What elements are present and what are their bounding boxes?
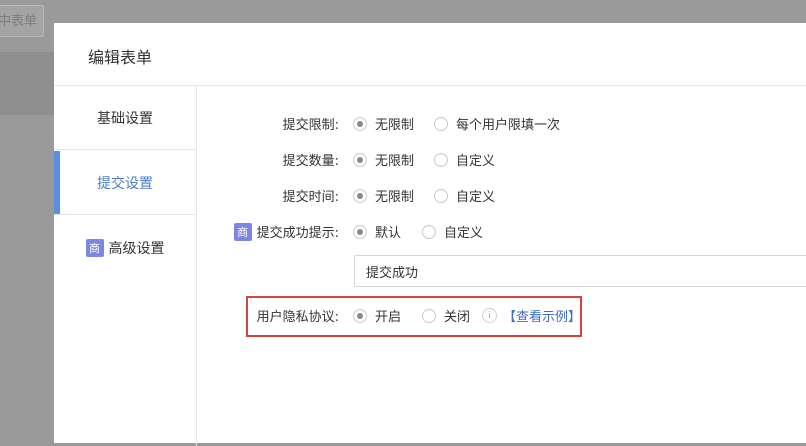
option-label: 自定义	[456, 154, 496, 169]
submit-limit-option-once[interactable]: 每个用户限填一次	[434, 114, 560, 133]
submit-time-label: 提交时间:	[282, 190, 339, 205]
radio-unselected[interactable]	[434, 152, 448, 167]
radio-unselected[interactable]	[434, 188, 448, 203]
submit-count-label: 提交数量:	[282, 154, 339, 169]
option-label: 无限制	[375, 118, 415, 133]
settings-sidebar: 基础设置 提交设置 商 高级设置	[54, 86, 197, 446]
tab-label: 基础设置	[97, 110, 153, 127]
option-label: 默认	[375, 226, 402, 241]
radio-unselected[interactable]	[434, 116, 448, 131]
submit-count-option-custom[interactable]: 自定义	[434, 150, 495, 169]
radio-selected[interactable]	[353, 116, 367, 131]
radio-selected[interactable]	[353, 152, 367, 167]
privacy-highlight-box	[246, 296, 582, 337]
submit-count-row: 提交数量: 无限制 自定义	[196, 147, 806, 171]
submit-limit-row: 提交限制: 无限制 每个用户限填一次	[196, 111, 806, 135]
option-label: 每个用户限填一次	[456, 118, 561, 133]
success-tip-option-custom[interactable]: 自定义	[422, 222, 483, 241]
submit-time-option-custom[interactable]: 自定义	[434, 186, 495, 205]
submit-limit-option-unlimited[interactable]: 无限制	[353, 114, 414, 133]
modal-header: 编辑表单	[54, 23, 806, 86]
background-button: 中表单	[0, 5, 44, 37]
edit-form-modal: 编辑表单 基础设置 提交设置 商 高级设置 提交限制: 无限制 每个用户限填一次…	[54, 23, 806, 446]
commerce-badge: 商	[233, 222, 252, 241]
submit-time-row: 提交时间: 无限制 自定义	[196, 183, 806, 207]
modal-title: 编辑表单	[88, 48, 153, 67]
option-label: 自定义	[444, 226, 484, 241]
success-tip-label-group: 商 提交成功提示:	[233, 222, 339, 241]
radio-unselected[interactable]	[422, 224, 436, 239]
option-label: 无限制	[375, 190, 415, 205]
radio-selected[interactable]	[353, 188, 367, 203]
commerce-badge: 商	[85, 239, 104, 257]
background-row	[0, 53, 54, 115]
tab-submit-settings[interactable]: 提交设置	[54, 151, 196, 215]
success-tip-label: 提交成功提示:	[256, 226, 339, 241]
radio-selected[interactable]	[353, 224, 367, 239]
tab-advanced-settings[interactable]: 商 高级设置	[54, 216, 196, 280]
option-label: 自定义	[456, 190, 496, 205]
tab-label: 提交设置	[97, 175, 153, 192]
tab-label: 高级设置	[108, 241, 165, 257]
success-tip-row: 商 提交成功提示: 默认 自定义	[196, 219, 806, 243]
submit-limit-label: 提交限制:	[282, 118, 339, 133]
option-label: 无限制	[375, 154, 415, 169]
submit-count-option-unlimited[interactable]: 无限制	[353, 150, 414, 169]
success-tip-option-default[interactable]: 默认	[353, 222, 401, 241]
success-tip-input[interactable]: 提交成功	[354, 255, 806, 287]
submit-time-option-unlimited[interactable]: 无限制	[353, 186, 414, 205]
tab-basic-settings[interactable]: 基础设置	[54, 86, 196, 150]
